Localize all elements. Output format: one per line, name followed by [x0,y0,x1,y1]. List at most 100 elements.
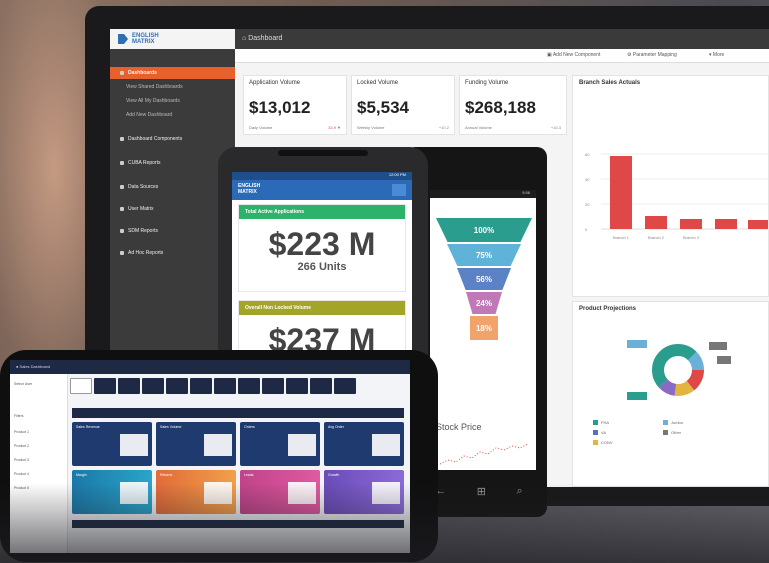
legend-swatch [663,420,668,425]
sidebar-item-sdm[interactable]: SDM Reports [110,225,235,237]
metric-card[interactable]: Sales Revenue [72,422,152,466]
filter-chip[interactable] [190,378,212,394]
funnel-stage-2: 75% [447,244,521,266]
mini-chart [204,434,232,456]
filter-chip[interactable] [70,378,92,394]
sidebar-item[interactable]: Product 1 [14,430,29,434]
kpi-foot: Annual Volume [465,125,492,130]
kpi-value: $268,188 [465,98,536,117]
reports-icon [120,251,124,255]
sidebar-item[interactable]: Select User [14,382,32,386]
sidebar-item-cuba[interactable]: CUBA Reports [110,157,235,169]
funnel-stage-5: 18% [470,316,498,340]
card-title: Total Active Applications [239,205,405,219]
stock-price-title: Stock Price [436,422,482,432]
mini-chart [372,434,400,456]
sidebar-item-adhoc[interactable]: Ad Hoc Reports [110,247,235,259]
sidebar-item-view-all[interactable]: View All My Dashboards [110,95,235,107]
legend-label: Other [671,430,682,435]
reports-icon [120,161,124,165]
more-button[interactable]: ▾ More [709,52,724,58]
card-value: $223 M [268,226,376,262]
sidebar-item[interactable]: Product 4 [14,472,29,476]
stock-price-chart [439,443,529,465]
sidebar-item-dashboards[interactable]: Dashboards [110,67,235,79]
kpi-foot: Daily Volume [249,125,273,130]
branch-sales-chart: 60 40 20 0 Branch 1 Branch 2 Branch 3 [585,152,768,240]
kpi-label: Funding Volume [465,80,509,86]
kpi-label: Application Volume [249,80,301,86]
donut-callout [627,340,647,348]
legend-label: CONV [601,440,613,445]
toolbar: ▣ Add New Component ⚙ Parameter Mapping … [235,49,769,63]
sidebar-item[interactable]: Product 2 [14,444,29,448]
kpi-value: $5,534 [357,98,409,117]
filter-bar [70,378,410,394]
kpi-locked-volume[interactable]: Locked Volume $5,534 Weekly Volume +10.2 [351,75,455,135]
filter-chip[interactable] [214,378,236,394]
donut-callout [709,342,727,350]
kpi-delta: +10.2 [438,125,449,130]
filter-chip[interactable] [118,378,140,394]
metric-card[interactable]: Avg Order [324,422,404,466]
status-bar: 5:56 [430,190,536,198]
filter-chip[interactable] [334,378,356,394]
donut-callout [627,392,647,400]
branch-sales-panel: Branch Sales Actuals 60 40 20 0 Branch 1… [572,75,769,297]
filter-chip[interactable] [262,378,284,394]
sidebar-item-data-sources[interactable]: Data Sources [110,181,235,193]
legend-swatch [593,420,598,425]
sidebar-item[interactable]: Product 3 [14,458,29,462]
windows-phone-screen: 5:56 100% 75% 56% 24% 18% Stock Price [430,190,536,470]
bar-branch-1 [610,156,632,229]
database-icon [120,185,124,189]
y-tick: 60 [585,152,590,157]
filter-chip[interactable] [286,378,308,394]
sidebar-item-add-new[interactable]: Add New Dashboard [110,109,235,121]
sidebar-item-components[interactable]: Dashboard Components [110,133,235,145]
legend-label: FHA [601,420,609,425]
sidebar-item-user-matrix[interactable]: User Matrix [110,203,235,215]
y-tick: 20 [585,202,590,207]
filter-chip[interactable] [94,378,116,394]
filter-chip[interactable] [310,378,332,394]
active-applications-card[interactable]: Total Active Applications $223 M 266 Uni… [238,204,406,292]
page-title: ⌂ Dashboard [242,35,283,42]
product-donut-chart: FHA Jumbo VA Other CONV [593,340,731,445]
speaker-grille [278,150,368,156]
legend-swatch [593,440,598,445]
filter-chip[interactable] [166,378,188,394]
menu-icon[interactable] [392,184,406,196]
bar-branch-4 [715,219,737,229]
logo[interactable]: ENGLISH MATRIX [110,29,235,49]
legend-label: Jumbo [671,420,684,425]
section-header: Sales Statistics [72,408,404,422]
metric-card[interactable]: Sales Volume [156,422,236,466]
kpi-application-volume[interactable]: Application Volume $13,012 Daily Volume … [243,75,347,135]
kpi-funding-volume[interactable]: Funding Volume $268,188 Annual Volume +1… [459,75,567,135]
legend-label: VA [601,430,606,435]
filter-chip[interactable] [142,378,164,394]
logo[interactable]: ENGLISH MATRIX [238,183,260,195]
reports-icon [120,229,124,233]
bar-branch-5 [748,220,768,229]
dashboard-icon [120,71,124,75]
add-component-button[interactable]: ▣ Add New Component [547,52,600,58]
x-tick: Branch 2 [648,235,665,240]
parameter-mapping-button[interactable]: ⚙ Parameter Mapping [627,52,677,58]
sidebar-item[interactable]: Filters [14,414,24,418]
card-title: Overall Non Locked Volume [239,301,405,315]
filter-chip[interactable] [238,378,260,394]
funnel-stage-1: 100% [436,218,532,242]
bar-branch-3 [680,219,702,229]
top-bar: ENGLISH MATRIX ⌂ Dashboard [110,29,769,49]
app-title-bar: ● Sales Dashboard [10,360,410,374]
sidebar-item-view-shared[interactable]: View Shared Dashboards [110,81,235,93]
y-tick: 40 [585,177,590,182]
metric-card[interactable]: Orders [240,422,320,466]
funnel-stage-3: 56% [457,268,511,290]
legend-swatch [593,430,598,435]
logo-icon [118,34,128,44]
mini-chart [120,434,148,456]
kpi-delta: 33.9 ▼ [328,125,341,130]
